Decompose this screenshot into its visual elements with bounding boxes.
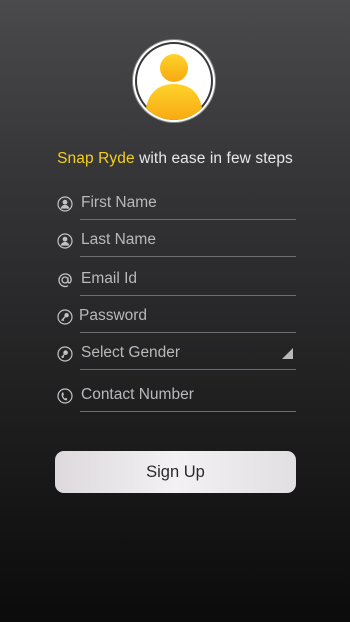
first-name-field[interactable]: First Name bbox=[55, 190, 296, 220]
field-underline bbox=[80, 295, 296, 296]
key-icon bbox=[57, 309, 73, 325]
person-icon bbox=[57, 233, 73, 249]
dropdown-arrow-icon[interactable] bbox=[282, 348, 293, 359]
tagline-text: with ease in few steps bbox=[134, 150, 293, 167]
email-field[interactable]: Email Id bbox=[55, 266, 296, 296]
first-name-placeholder: First Name bbox=[81, 194, 157, 211]
signup-screen: Snap Ryde with ease in few steps First N… bbox=[0, 0, 350, 622]
brand-name: Snap Ryde bbox=[57, 150, 135, 167]
user-avatar-icon bbox=[145, 54, 203, 120]
field-underline bbox=[80, 411, 296, 412]
tagline: Snap Ryde with ease in few steps bbox=[0, 150, 350, 168]
email-placeholder: Email Id bbox=[81, 270, 137, 287]
field-underline bbox=[80, 256, 296, 257]
contact-number-field[interactable]: Contact Number bbox=[55, 382, 296, 412]
password-field[interactable]: Password bbox=[55, 303, 296, 333]
phone-icon bbox=[57, 388, 73, 404]
last-name-field[interactable]: Last Name bbox=[55, 227, 296, 257]
password-placeholder: Password bbox=[79, 307, 148, 324]
contact-number-placeholder: Contact Number bbox=[81, 386, 194, 403]
gender-placeholder: Select Gender bbox=[81, 344, 181, 361]
at-sign-icon bbox=[57, 272, 73, 288]
field-underline bbox=[80, 219, 296, 220]
person-icon bbox=[57, 196, 73, 212]
last-name-placeholder: Last Name bbox=[81, 231, 156, 248]
sign-up-button[interactable]: Sign Up bbox=[55, 451, 296, 493]
avatar[interactable] bbox=[133, 40, 215, 122]
avatar-frame bbox=[135, 42, 213, 120]
field-underline bbox=[80, 332, 296, 333]
gender-select[interactable]: Select Gender bbox=[55, 340, 296, 370]
field-underline bbox=[80, 369, 296, 370]
gender-icon bbox=[57, 346, 73, 362]
